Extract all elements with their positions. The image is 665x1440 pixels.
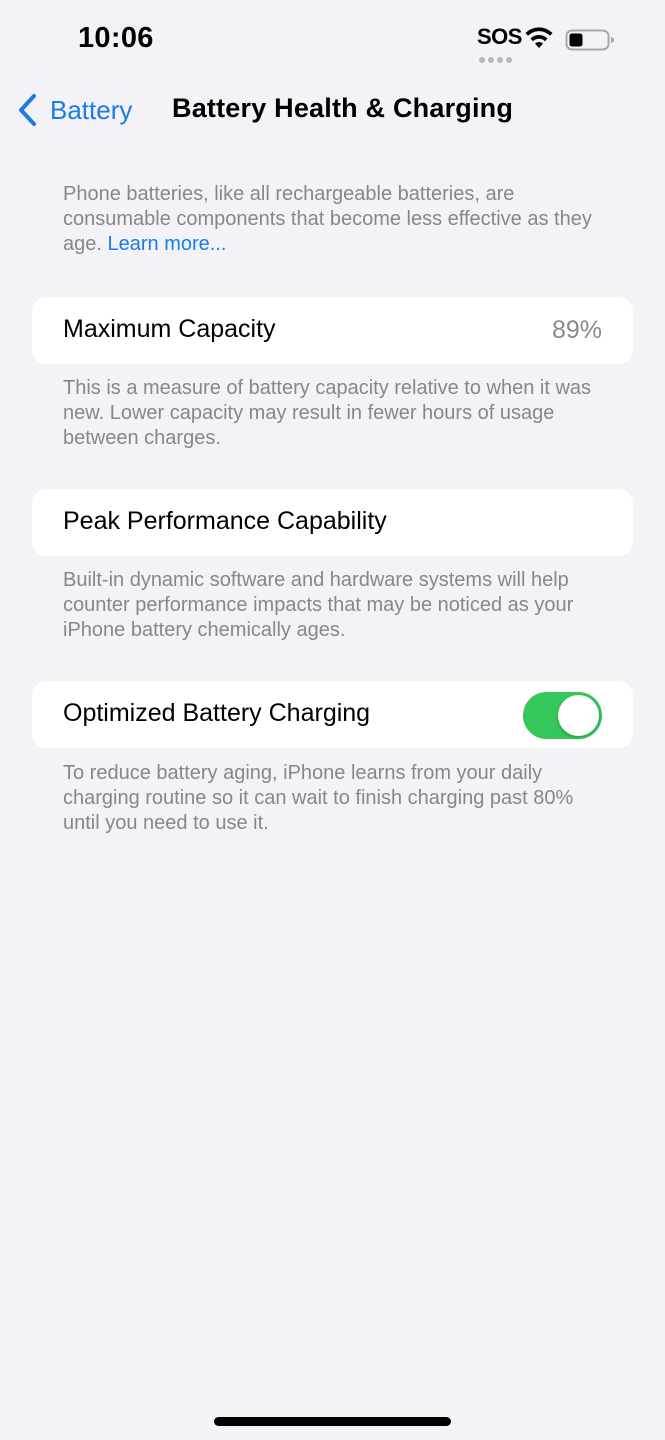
maximum-capacity-label: Maximum Capacity <box>63 315 276 343</box>
chevron-left-icon <box>19 94 36 126</box>
wifi-icon <box>525 27 553 48</box>
maximum-capacity-footnote: This is a measure of battery capacity re… <box>63 377 592 449</box>
toggle-knob <box>558 695 599 736</box>
sos-dots <box>479 50 515 63</box>
status-bar: 10:06 SOS <box>0 0 665 80</box>
page-title: Battery Health & Charging <box>172 93 514 123</box>
sos-indicator: SOS <box>477 24 522 49</box>
battery-icon <box>565 29 614 51</box>
learn-more-link[interactable]: Learn more... <box>108 233 227 255</box>
optimized-charging-toggle[interactable] <box>523 692 602 739</box>
status-time: 10:06 <box>78 22 154 54</box>
intro-description: Phone batteries, like all rechargeable b… <box>63 182 613 257</box>
peak-performance-footnote: Built-in dynamic software and hardware s… <box>63 569 574 641</box>
optimized-charging-label: Optimized Battery Charging <box>63 699 371 727</box>
maximum-capacity-row: Maximum Capacity 89% <box>32 297 633 364</box>
home-indicator[interactable] <box>214 1417 451 1426</box>
back-button[interactable]: Battery <box>16 88 132 132</box>
optimized-charging-row: Optimized Battery Charging <box>32 681 633 748</box>
maximum-capacity-value: 89% <box>551 316 602 344</box>
peak-performance-row: Peak Performance Capability <box>32 489 633 556</box>
peak-performance-label: Peak Performance Capability <box>63 507 387 535</box>
optimized-charging-footnote: To reduce battery aging, iPhone learns f… <box>63 762 574 834</box>
navigation-bar: Battery Battery Health & Charging <box>0 80 665 140</box>
back-button-label: Battery <box>50 94 133 125</box>
